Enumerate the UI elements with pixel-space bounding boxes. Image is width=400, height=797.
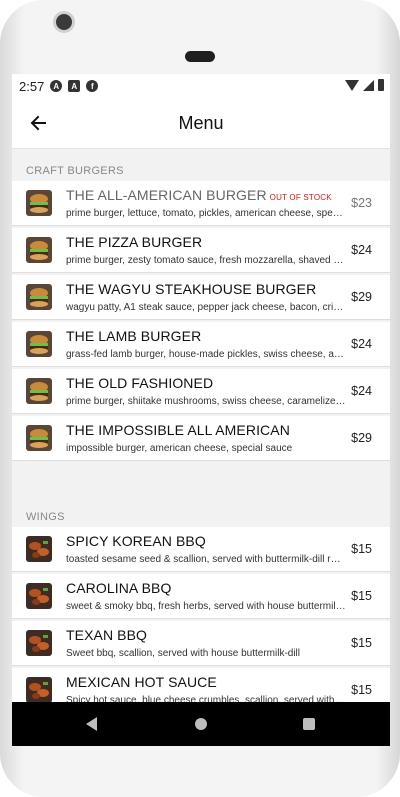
item-title-text: THE IMPOSSIBLE ALL AMERICAN — [66, 422, 290, 438]
menu-item[interactable]: SPICY KOREAN BBQ toasted sesame seed & sc… — [12, 527, 390, 572]
item-title: CAROLINA BBQ — [66, 580, 171, 596]
item-title: MEXICAN HOT SAUCE — [66, 674, 217, 690]
item-title: THE IMPOSSIBLE ALL AMERICAN — [66, 422, 290, 438]
item-title-text: THE PIZZA BURGER — [66, 234, 203, 250]
item-description: Spicy hot sauce, blue cheese crumbles, s… — [66, 695, 346, 702]
item-title: SPICY KOREAN BBQ — [66, 533, 206, 549]
burger-image — [26, 237, 52, 263]
menu-item[interactable]: THE LAMB BURGER grass-fed lamb burger, ho… — [12, 322, 390, 367]
item-title-text: THE LAMB BURGER — [66, 328, 202, 344]
item-price: $15 — [351, 636, 372, 650]
battery-icon — [378, 79, 384, 91]
menu-list[interactable]: CRAFT BURGERS THE ALL-AMERICAN BURGER OUT … — [12, 149, 390, 702]
status-right-icons — [345, 79, 384, 91]
menu-item[interactable]: MEXICAN HOT SAUCE Spicy hot sauce, blue c… — [12, 668, 390, 702]
item-title-text: SPICY KOREAN BBQ — [66, 533, 206, 549]
menu-item[interactable]: THE IMPOSSIBLE ALL AMERICAN impossible bu… — [12, 416, 390, 461]
wings-image — [26, 630, 52, 656]
wings-image — [26, 677, 52, 702]
section-header: CRAFT BURGERS — [26, 165, 124, 177]
item-description: grass-fed lamb burger, house-made pickle… — [66, 349, 346, 360]
item-description: toasted sesame seed & scallion, served w… — [66, 554, 346, 565]
burger-image — [26, 331, 52, 357]
burger-image — [26, 378, 52, 404]
phone-frame: 2:57 A A f Menu CRAFT BURGERS THE ALL-AME… — [0, 0, 400, 797]
item-price: $23 — [351, 196, 372, 210]
item-title: THE WAGYU STEAKHOUSE BURGER — [66, 281, 316, 297]
item-title-text: TEXAN BBQ — [66, 627, 148, 643]
item-description: prime burger, lettuce, tomato, pickles, … — [66, 208, 346, 219]
item-price: $24 — [351, 384, 372, 398]
item-price: $24 — [351, 337, 372, 351]
item-title-text: THE WAGYU STEAKHOUSE BURGER — [66, 281, 317, 297]
item-title: THE ALL-AMERICAN BURGER OUT OF STOCK — [66, 187, 332, 203]
item-description: prime burger, shiitake mushrooms, swiss … — [66, 396, 346, 407]
item-price: $15 — [351, 683, 372, 697]
a-icon: A — [50, 80, 63, 92]
item-price: $15 — [351, 589, 372, 603]
menu-item[interactable]: CAROLINA BBQ sweet & smoky bbq, fresh her… — [12, 574, 390, 619]
arrow-left-icon — [30, 115, 46, 131]
item-title: THE LAMB BURGER — [66, 328, 201, 344]
item-price: $15 — [351, 542, 372, 556]
item-description: wagyu patty, A1 steak sauce, pepper jack… — [66, 302, 346, 313]
item-description: Sweet bbq, scallion, served with house b… — [66, 648, 300, 659]
system-nav-bar — [12, 702, 390, 746]
item-price: $29 — [351, 431, 372, 445]
item-title-text: THE OLD FASHIONED — [66, 375, 214, 391]
item-title: THE OLD FASHIONED — [66, 375, 213, 391]
status-bar: 2:57 A A f — [12, 74, 390, 98]
item-title: THE PIZZA BURGER — [66, 234, 202, 250]
item-description: prime burger, zesty tomato sauce, fresh … — [66, 255, 346, 266]
item-title-text: THE ALL-AMERICAN BURGER — [66, 187, 267, 203]
item-price: $24 — [351, 243, 372, 257]
screen: 2:57 A A f Menu CRAFT BURGERS THE ALL-AME… — [12, 74, 390, 746]
burger-image — [26, 284, 52, 310]
section-header: WINGS — [26, 511, 65, 523]
page-title: Menu — [178, 112, 224, 133]
menu-item[interactable]: TEXAN BBQ Sweet bbq, scallion, served wit… — [12, 621, 390, 666]
wings-image — [26, 583, 52, 609]
burger-image — [26, 425, 52, 451]
recents-square-icon[interactable] — [303, 718, 315, 730]
menu-item[interactable]: THE OLD FASHIONED prime burger, shiitake … — [12, 369, 390, 414]
status-time: 2:57 — [19, 78, 45, 94]
sim-icon: A — [68, 80, 81, 92]
back-triangle-icon[interactable] — [86, 717, 97, 731]
burger-image — [26, 190, 52, 216]
camera-icon — [56, 14, 72, 30]
menu-item[interactable]: THE ALL-AMERICAN BURGER OUT OF STOCK prime… — [12, 181, 390, 226]
item-description: impossible burger, american cheese, spec… — [66, 443, 293, 454]
wifi-icon — [345, 79, 359, 91]
home-circle-icon[interactable] — [195, 718, 207, 730]
app-bar: Menu — [12, 98, 390, 149]
item-title-text: MEXICAN HOT SAUCE — [66, 674, 217, 690]
f-icon: f — [86, 80, 99, 92]
item-title: TEXAN BBQ — [66, 627, 147, 643]
menu-item[interactable]: THE PIZZA BURGER prime burger, zesty toma… — [12, 228, 390, 273]
speaker-icon — [185, 51, 215, 62]
back-button[interactable] — [26, 110, 52, 136]
out-of-stock-badge: OUT OF STOCK — [269, 193, 332, 202]
wings-image — [26, 536, 52, 562]
menu-item[interactable]: THE WAGYU STEAKHOUSE BURGER wagyu patty, … — [12, 275, 390, 320]
item-price: $29 — [351, 290, 372, 304]
item-title-text: CAROLINA BBQ — [66, 580, 172, 596]
signal-icon — [363, 79, 374, 91]
item-description: sweet & smoky bbq, fresh herbs, served w… — [66, 601, 346, 612]
